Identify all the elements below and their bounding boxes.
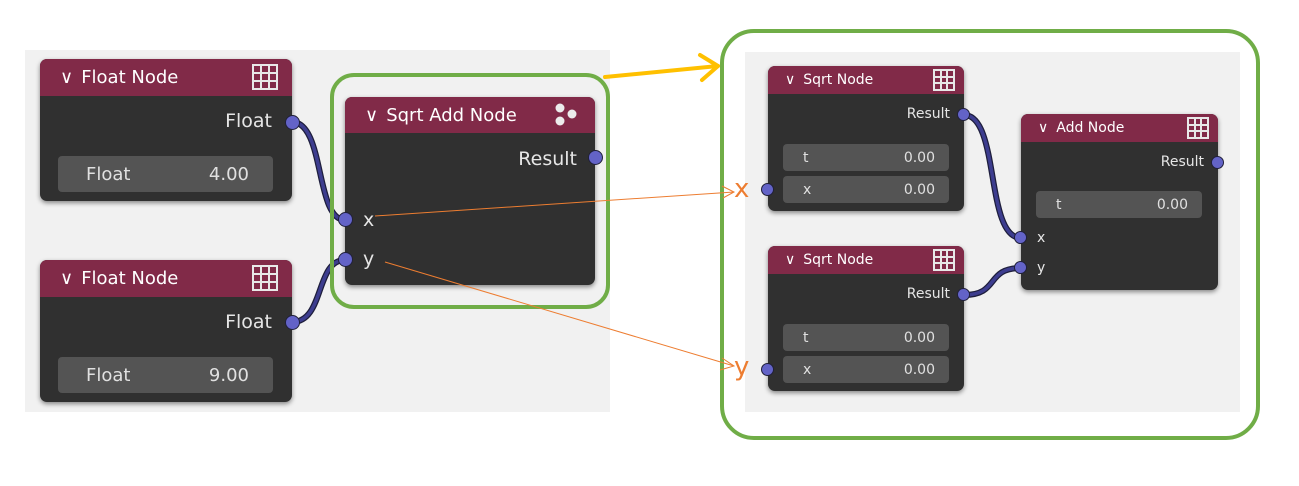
- x-value-field[interactable]: x 0.00: [783, 356, 949, 383]
- sqrt-add-result-socket[interactable]: [588, 150, 603, 165]
- node-title: Sqrt Add Node: [386, 104, 517, 126]
- node-title: Sqrt Node: [803, 72, 874, 88]
- field-value: 0.00: [903, 361, 935, 378]
- annotation-x-label: x: [734, 174, 750, 204]
- field-label: t: [1056, 196, 1062, 213]
- grid-icon: [1187, 117, 1209, 139]
- input-x-label: x: [1037, 230, 1046, 246]
- t-value-field[interactable]: t 0.00: [783, 324, 949, 351]
- input-y-label: y: [363, 248, 375, 270]
- add-node-header[interactable]: ∨ Add Node: [1021, 114, 1218, 142]
- field-label: t: [803, 329, 809, 346]
- node-title: Sqrt Node: [803, 252, 874, 268]
- sqrt-add-y-socket[interactable]: [338, 252, 353, 267]
- output-label: Float: [225, 311, 272, 333]
- float-node-2-output-socket[interactable]: [285, 315, 300, 330]
- chevron-down-icon[interactable]: ∨: [785, 72, 795, 88]
- field-label: Float: [86, 364, 131, 386]
- sqrt-node-1-header[interactable]: ∨ Sqrt Node: [768, 66, 964, 94]
- sqrt-add-x-socket[interactable]: [338, 212, 353, 227]
- sqrt-node-2[interactable]: ∨ Sqrt Node Result t 0.00 x 0.00: [768, 246, 964, 391]
- float-node-1-header[interactable]: ∨ Float Node: [40, 59, 292, 96]
- node-title: Float Node: [81, 67, 179, 88]
- float-node-2[interactable]: ∨ Float Node Float Float 9.00: [40, 260, 292, 402]
- chevron-down-icon[interactable]: ∨: [785, 252, 795, 268]
- sqrt-node-1[interactable]: ∨ Sqrt Node Result t 0.00 x 0.00: [768, 66, 964, 211]
- sqrt-node-1-x-socket[interactable]: [761, 183, 774, 196]
- sqrt-add-node-header[interactable]: ∨ Sqrt Add Node: [345, 97, 595, 133]
- node-title: Add Node: [1056, 120, 1125, 136]
- chevron-down-icon[interactable]: ∨: [60, 268, 73, 289]
- float-value-field[interactable]: Float 9.00: [58, 357, 273, 393]
- field-label: Float: [86, 163, 131, 185]
- field-value: 0.00: [903, 149, 935, 166]
- sqrt-node-2-x-socket[interactable]: [761, 363, 774, 376]
- add-node-y-socket[interactable]: [1014, 261, 1027, 274]
- output-label: Result: [906, 106, 950, 122]
- chevron-down-icon[interactable]: ∨: [365, 105, 378, 126]
- field-label: t: [803, 149, 809, 166]
- grid-icon: [252, 64, 278, 90]
- field-label: x: [803, 361, 812, 378]
- field-value: 0.00: [1156, 196, 1188, 213]
- input-y-label: y: [1037, 260, 1046, 276]
- sqrt-add-node[interactable]: ∨ Sqrt Add Node Result x y: [345, 97, 595, 285]
- add-node-result-socket[interactable]: [1211, 156, 1224, 169]
- field-label: x: [803, 181, 812, 198]
- output-label: Result: [518, 148, 577, 170]
- float-node-1-output-socket[interactable]: [285, 115, 300, 130]
- chevron-down-icon[interactable]: ∨: [60, 67, 73, 88]
- field-value: 9.00: [208, 364, 249, 386]
- annotation-y-label: y: [734, 352, 750, 382]
- sqrt-node-1-result-socket[interactable]: [957, 108, 970, 121]
- x-value-field[interactable]: x 0.00: [783, 176, 949, 203]
- t-value-field[interactable]: t 0.00: [783, 144, 949, 171]
- output-label: Result: [906, 286, 950, 302]
- field-value: 4.00: [208, 163, 249, 185]
- grid-icon: [252, 265, 278, 291]
- add-node[interactable]: ∨ Add Node Result t 0.00 x y: [1021, 114, 1218, 290]
- output-label: Float: [225, 110, 272, 132]
- expand-arrow: [603, 53, 720, 82]
- nodegroup-icon: [553, 101, 581, 129]
- add-node-x-socket[interactable]: [1014, 231, 1027, 244]
- grid-icon: [933, 69, 955, 91]
- grid-icon: [933, 249, 955, 271]
- chevron-down-icon[interactable]: ∨: [1038, 120, 1048, 136]
- output-label: Result: [1160, 154, 1204, 170]
- sqrt-node-2-result-socket[interactable]: [957, 288, 970, 301]
- field-value: 0.00: [903, 181, 935, 198]
- t-value-field[interactable]: t 0.00: [1036, 191, 1202, 218]
- input-x-label: x: [363, 209, 375, 231]
- float-node-2-header[interactable]: ∨ Float Node: [40, 260, 292, 297]
- field-value: 0.00: [903, 329, 935, 346]
- node-title: Float Node: [81, 268, 179, 289]
- float-value-field[interactable]: Float 4.00: [58, 156, 273, 192]
- sqrt-node-2-header[interactable]: ∨ Sqrt Node: [768, 246, 964, 274]
- float-node-1[interactable]: ∨ Float Node Float Float 4.00: [40, 59, 292, 201]
